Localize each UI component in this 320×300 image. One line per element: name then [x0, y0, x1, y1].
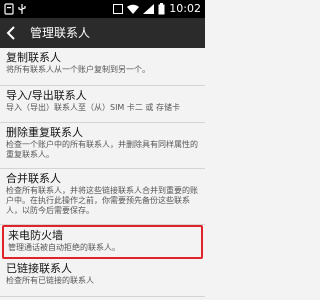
list-item-subtitle: 检查所有已链接的联系人: [6, 276, 94, 285]
notification-icon: [4, 3, 14, 15]
list-item-import-export[interactable]: 导入/导出联系人 导入（导出）联系人至（从）SIM 卡二 或 存储卡: [0, 85, 205, 123]
list-item-copy-contacts[interactable]: 复制联系人 将所有联系人从一个账户复制到另一个。: [0, 48, 205, 86]
battery-icon: [158, 3, 165, 15]
list-item-title: 导入/导出联系人: [6, 88, 87, 102]
list-item-subtitle: 导入（导出）联系人至（从）SIM 卡二 或 存储卡: [6, 102, 180, 112]
status-bar: 10:02: [0, 0, 205, 18]
list-item-title: 已链接联系人: [6, 262, 72, 275]
list-item-call-firewall[interactable]: 来电防火墙 管理通话被自动拒绝的联系人。: [2, 225, 203, 259]
back-arrow-icon[interactable]: [5, 25, 17, 41]
list-item-title: 合并联系人: [6, 172, 61, 185]
app-bar: 管理联系人: [0, 18, 205, 48]
settings-list: 复制联系人 将所有联系人从一个账户复制到另一个。 导入/导出联系人 导入（导出）…: [0, 48, 205, 297]
list-item-title: 来电防火墙: [8, 229, 63, 242]
htc-icon: [113, 4, 124, 14]
list-item-subtitle: 检查一个账户中的所有联系人，并删除具有同样属性的重复联系人。: [6, 140, 198, 159]
signal-icon: [143, 4, 155, 14]
wifi-icon: [127, 4, 140, 14]
usb-icon: [18, 4, 26, 14]
list-item-linked-contacts[interactable]: 已链接联系人 检查所有已链接的联系人: [0, 259, 205, 297]
clock: 10:02: [169, 2, 201, 15]
list-item-merge-contacts[interactable]: 合并联系人 检查所有联系人，并将这些链接联系人合并到重要的账户中。在执行此操作之…: [0, 169, 205, 225]
list-item-title: 复制联系人: [6, 51, 61, 64]
list-item-subtitle: 管理通话被自动拒绝的联系人。: [8, 243, 120, 252]
list-item-delete-duplicates[interactable]: 删除重复联系人 检查一个账户中的所有联系人，并删除具有同样属性的重复联系人。: [0, 123, 205, 169]
list-item-subtitle: 将所有联系人从一个账户复制到另一个。: [6, 65, 150, 74]
page-title: 管理联系人: [30, 26, 91, 40]
list-item-subtitle: 检查所有联系人，并将这些链接联系人合并到重要的账户中。在执行此操作之前，你需要预…: [6, 186, 198, 215]
list-item-title: 删除重复联系人: [6, 126, 83, 139]
